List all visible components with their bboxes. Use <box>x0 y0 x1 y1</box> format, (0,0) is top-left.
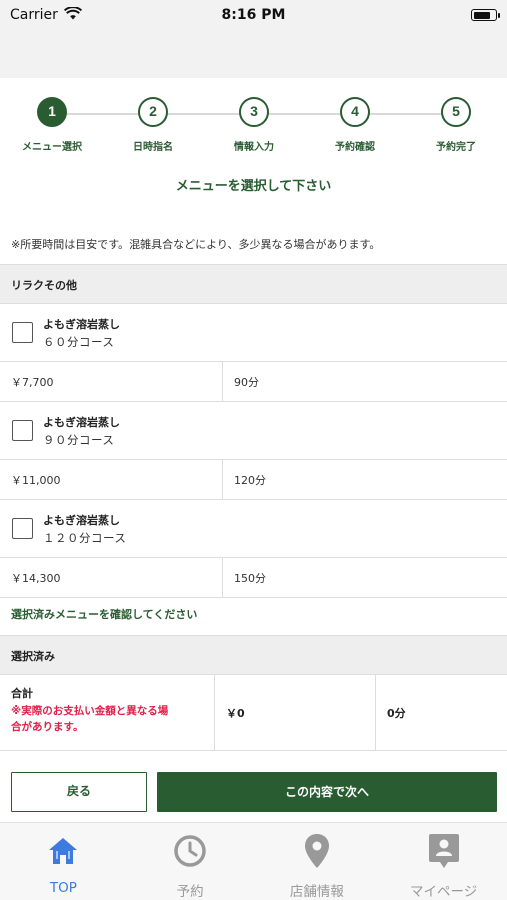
menu-duration: 120分 <box>234 474 266 487</box>
total-price: ￥0 <box>215 675 376 750</box>
tab-mypage[interactable]: マイページ <box>380 823 507 900</box>
status-left: Carrier <box>10 5 82 24</box>
confirm-selected-link[interactable]: 選択済みメニューを確認してください <box>11 606 197 622</box>
action-buttons: 戻る この内容で次へ <box>0 772 507 812</box>
menu-course: １２０分コース <box>43 531 127 545</box>
menu-checkbox[interactable] <box>12 420 33 441</box>
tab-label: TOP <box>49 880 77 896</box>
step-label: 情報入力 <box>234 142 274 153</box>
menu-item[interactable]: よもぎ溶岩蒸し ９０分コース <box>0 402 507 460</box>
menu-price-row: ￥7,700 90分 <box>0 362 507 402</box>
clock-icon <box>127 831 254 871</box>
step-label: 予約完了 <box>436 142 476 153</box>
step-1: 1 メニュー選択 <box>2 97 102 153</box>
menu-checkbox[interactable] <box>12 518 33 539</box>
step-label: 予約確認 <box>335 142 375 153</box>
menu-price: ￥7,700 <box>0 362 223 401</box>
menu-course: ９０分コース <box>43 433 115 447</box>
menu-price: ￥11,000 <box>0 460 223 499</box>
battery-icon <box>471 9 500 21</box>
selected-header: 選択済み <box>0 635 507 675</box>
step-label: メニュー選択 <box>22 142 82 153</box>
tab-reservation[interactable]: 予約 <box>127 823 254 900</box>
price-warning-line: 合があります。 <box>11 721 84 733</box>
menu-price: ￥14,300 <box>0 558 223 597</box>
tab-top[interactable]: TOP <box>0 823 127 900</box>
step-label: 日時指名 <box>133 142 173 153</box>
menu-item[interactable]: よもぎ溶岩蒸し １２０分コース <box>0 500 507 558</box>
menu-item[interactable]: よもぎ溶岩蒸し ６０分コース <box>0 304 507 362</box>
menu-duration: 150分 <box>234 572 266 585</box>
price-warning: ※実際のお支払い金額と異なる場 合があります。 <box>11 703 203 735</box>
step-2: 2 日時指名 <box>103 97 203 153</box>
step-number: 1 <box>37 97 67 127</box>
menu-name: よもぎ溶岩蒸し <box>43 416 120 429</box>
wifi-icon <box>63 5 82 24</box>
total-duration: 0分 <box>387 707 406 720</box>
category-header: リラクその他 <box>0 264 507 304</box>
tab-label: マイページ <box>410 884 478 900</box>
menu-course: ６０分コース <box>43 335 115 349</box>
home-icon <box>0 831 127 871</box>
page-title: メニューを選択して下さい <box>175 179 332 194</box>
step-number: 3 <box>239 97 269 127</box>
step-number: 2 <box>138 97 168 127</box>
tab-store-info[interactable]: 店舗情報 <box>254 823 381 900</box>
total-label-cell: 合計 ※実際のお支払い金額と異なる場 合があります。 <box>0 675 215 750</box>
price-warning-line: ※実際のお支払い金額と異なる場 <box>11 705 169 717</box>
navigation-bar <box>0 30 507 78</box>
location-pin-icon <box>254 831 381 871</box>
menu-name: よもぎ溶岩蒸し <box>43 514 120 527</box>
menu-name: よもぎ溶岩蒸し <box>43 318 120 331</box>
total-row: 合計 ※実際のお支払い金額と異なる場 合があります。 ￥0 0分 <box>0 675 507 751</box>
step-3: 3 情報入力 <box>204 97 304 153</box>
duration-notice: ※所要時間は目安です。混雑具合などにより、多少異なる場合があります。 <box>11 238 381 251</box>
step-number: 4 <box>340 97 370 127</box>
tab-label: 店舗情報 <box>289 884 344 900</box>
menu-checkbox[interactable] <box>12 322 33 343</box>
tab-bar: TOP 予約 店舗情報 マイページ <box>0 822 507 900</box>
status-bar: Carrier 8:16 PM <box>0 0 507 30</box>
step-5: 5 予約完了 <box>406 97 506 153</box>
total-label: 合計 <box>11 687 33 700</box>
carrier-label: Carrier <box>10 7 58 23</box>
profile-card-icon <box>380 831 507 871</box>
back-button[interactable]: 戻る <box>11 772 147 812</box>
step-progress: 1 メニュー選択 2 日時指名 3 情報入力 4 予約確認 5 予約完了 <box>0 97 507 157</box>
next-button[interactable]: この内容で次へ <box>157 772 497 812</box>
menu-price-row: ￥14,300 150分 <box>0 558 507 598</box>
tab-label: 予約 <box>176 884 204 900</box>
menu-price-row: ￥11,000 120分 <box>0 460 507 500</box>
step-4: 4 予約確認 <box>305 97 405 153</box>
step-number: 5 <box>441 97 471 127</box>
menu-duration: 90分 <box>234 376 259 389</box>
